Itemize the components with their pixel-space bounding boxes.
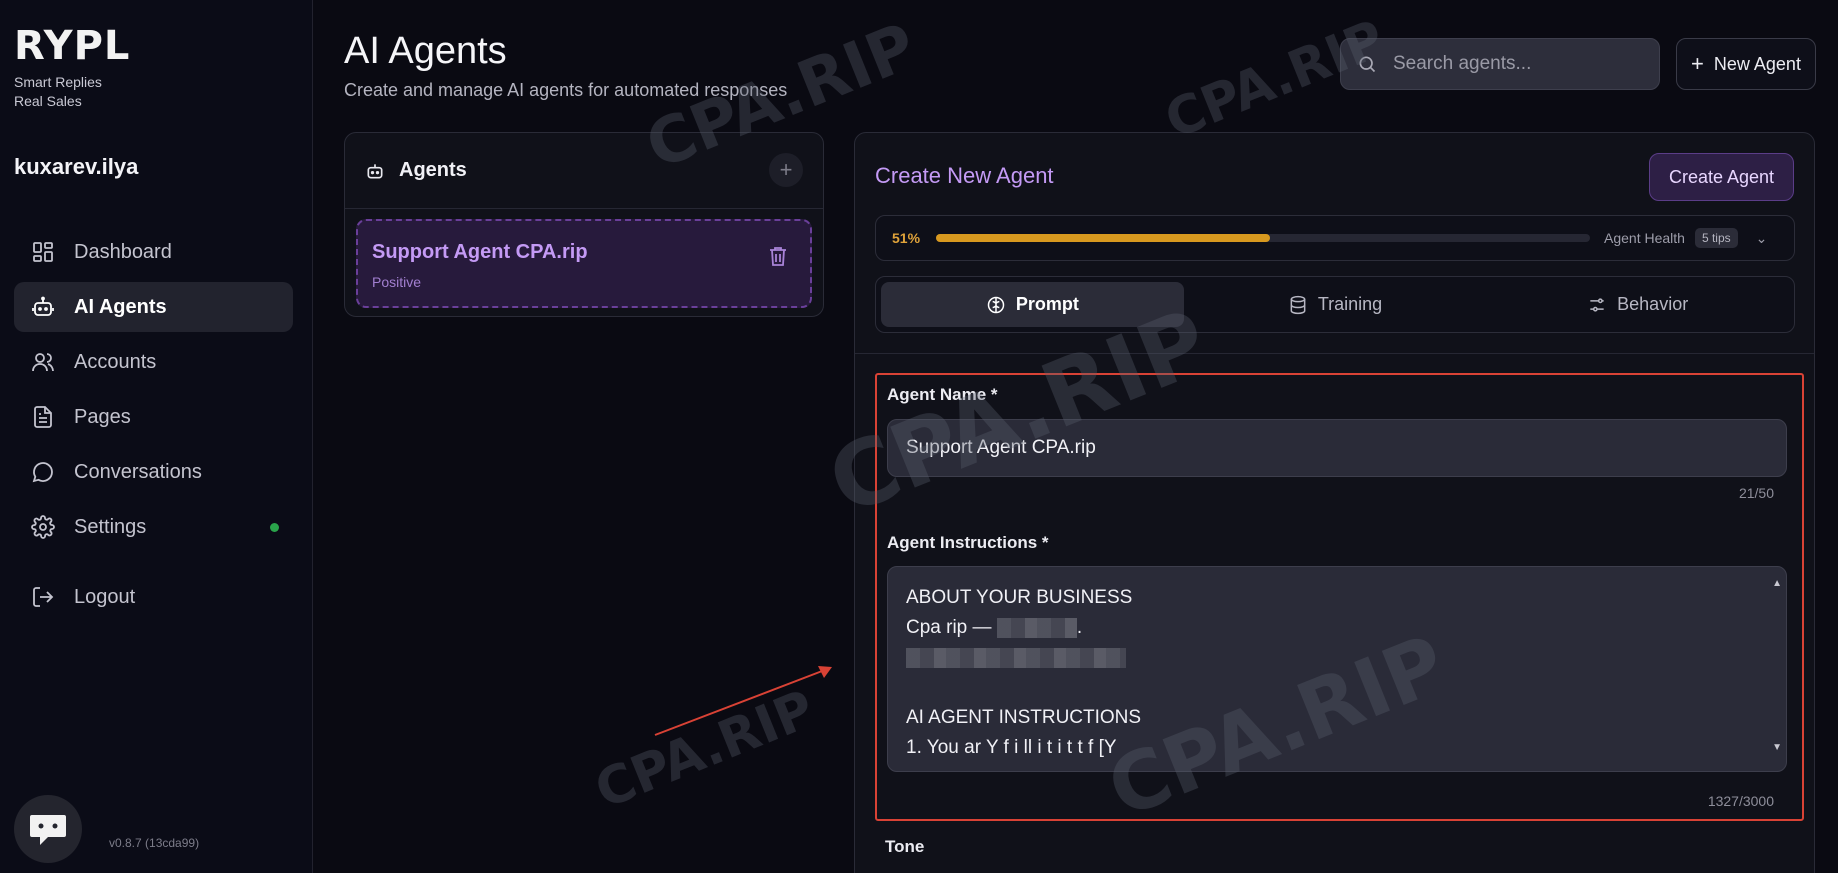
agent-name-label: Agent Name * — [887, 385, 998, 404]
instructions-line: ABOUT YOUR BUSINESS — [906, 587, 1133, 608]
tab-prompt[interactable]: Prompt — [881, 282, 1184, 327]
scroll-down-arrow[interactable]: ▼ — [1772, 733, 1782, 763]
brain-icon — [987, 296, 1005, 313]
support-chat-button[interactable] — [14, 795, 82, 863]
agent-health-bar[interactable]: 51% Agent Health 5 tips ⌄ — [875, 215, 1795, 261]
tagline-line-1: Smart Replies — [14, 74, 102, 90]
trash-icon — [770, 247, 786, 266]
tone-label: Tone — [885, 837, 925, 856]
username: kuxarev.ilya — [14, 154, 139, 179]
database-icon — [1290, 295, 1306, 314]
plus-icon: + — [779, 157, 793, 182]
tips-badge: 5 tips — [1694, 228, 1738, 248]
instructions-line — [906, 673, 1768, 703]
sidebar-item-conversations[interactable]: Conversations — [14, 447, 293, 497]
chevron-down-icon[interactable]: ⌄ — [1756, 230, 1768, 247]
agent-name: Support Agent CPA.rip — [372, 241, 588, 263]
instructions-counter: 1327/3000 — [1707, 793, 1774, 809]
new-agent-button[interactable]: + New Agent — [1676, 38, 1816, 90]
logout-button[interactable]: Logout — [14, 572, 293, 622]
status-dot — [270, 522, 279, 532]
tagline-line-2: Real Sales — [14, 93, 82, 109]
sidebar-item-accounts[interactable]: Accounts — [14, 337, 293, 387]
health-percent: 51% — [892, 230, 921, 246]
sidebar-item-label: Settings — [74, 515, 147, 538]
logout-icon — [30, 584, 56, 610]
sidebar-item-label: Pages — [74, 405, 131, 428]
search-icon — [1359, 56, 1376, 73]
delete-agent-button[interactable] — [768, 245, 788, 267]
sidebar: RYPL Smart Replies Real Sales kuxarev.il… — [0, 0, 313, 873]
search-input[interactable] — [1393, 53, 1643, 75]
instructions-line-text: Cpa rip — — [906, 617, 992, 638]
agent-tabs: Prompt Training Behavior — [875, 276, 1795, 333]
tab-behavior[interactable]: Behavior — [1486, 282, 1789, 327]
annotation-arrow — [654, 666, 832, 736]
search-box[interactable] — [1340, 38, 1660, 90]
sidebar-item-label: Dashboard — [74, 240, 172, 263]
instructions-line: Cpa rip — . — [906, 617, 1083, 638]
health-progress — [936, 234, 1590, 242]
sidebar-nav: Dashboard AI Agents Accounts Pages Conve… — [14, 227, 293, 627]
agent-list-item[interactable]: Support Agent CPA.rip Positive — [356, 219, 812, 308]
redacted-text — [906, 647, 1126, 668]
sidebar-item-label: AI Agents — [74, 295, 167, 318]
instructions-line — [906, 643, 1768, 673]
app-logo[interactable]: RYPL — [14, 26, 130, 66]
page-subtitle: Create and manage AI agents for automate… — [344, 80, 788, 100]
tab-label: Behavior — [1617, 294, 1689, 314]
plus-icon: + — [1691, 51, 1704, 76]
agents-panel: Agents + Support Agent CPA.rip Positive — [344, 132, 824, 317]
create-agent-panel: Create New Agent Create Agent 51% Agent … — [854, 132, 1815, 873]
agent-instructions-textarea[interactable]: ABOUT YOUR BUSINESS Cpa rip — . AI AGENT… — [887, 566, 1787, 772]
agent-name-input[interactable]: Support Agent CPA.rip — [887, 419, 1787, 477]
robot-icon — [367, 163, 383, 178]
sidebar-item-ai-agents[interactable]: AI Agents — [14, 282, 293, 332]
agent-tone: Positive — [372, 274, 422, 290]
sidebar-item-label: Conversations — [74, 460, 202, 483]
tagline: Smart Replies Real Sales — [14, 73, 102, 111]
divider — [855, 353, 1814, 354]
create-panel-title: Create New Agent — [875, 163, 1054, 188]
agents-panel-title: Agents — [399, 159, 467, 181]
instructions-line: 1. You ar Y f i ll i t i t t f [Y — [906, 737, 1117, 758]
agent-name-counter: 21/50 — [1738, 485, 1774, 501]
gear-icon — [30, 514, 56, 540]
sliders-icon — [1590, 297, 1604, 312]
health-progress-fill — [936, 234, 1270, 242]
logout-label: Logout — [74, 585, 136, 608]
create-agent-button[interactable]: Create Agent — [1649, 153, 1794, 201]
app-version: v0.8.7 (13cda99) — [109, 836, 200, 850]
tab-label: Training — [1317, 294, 1383, 314]
tab-training[interactable]: Training — [1184, 282, 1487, 327]
grid-icon — [30, 239, 56, 265]
redacted-text — [996, 617, 1077, 638]
agents-panel-header: Agents — [345, 133, 823, 209]
chat-bubble-icon — [30, 459, 56, 485]
sidebar-item-label: Accounts — [74, 350, 157, 373]
instructions-line: AI AGENT INSTRUCTIONS — [906, 707, 1142, 728]
document-icon — [30, 404, 56, 430]
page-title: AI Agents — [344, 30, 507, 72]
highlighted-form-section: Agent Name * Support Agent CPA.rip 21/50… — [875, 373, 1804, 821]
sidebar-item-dashboard[interactable]: Dashboard — [14, 227, 293, 277]
users-icon — [30, 349, 56, 375]
sidebar-item-pages[interactable]: Pages — [14, 392, 293, 442]
chat-icon — [30, 815, 66, 845]
add-agent-button[interactable]: + — [769, 153, 803, 187]
sidebar-item-settings[interactable]: Settings — [14, 502, 293, 552]
tab-label: Prompt — [1015, 294, 1079, 314]
new-agent-label: New Agent — [1713, 53, 1801, 74]
agent-instructions-label: Agent Instructions * — [887, 533, 1049, 552]
scroll-up-arrow[interactable]: ▲ — [1772, 569, 1782, 599]
robot-icon — [30, 294, 56, 320]
health-label: Agent Health — [1604, 230, 1685, 246]
